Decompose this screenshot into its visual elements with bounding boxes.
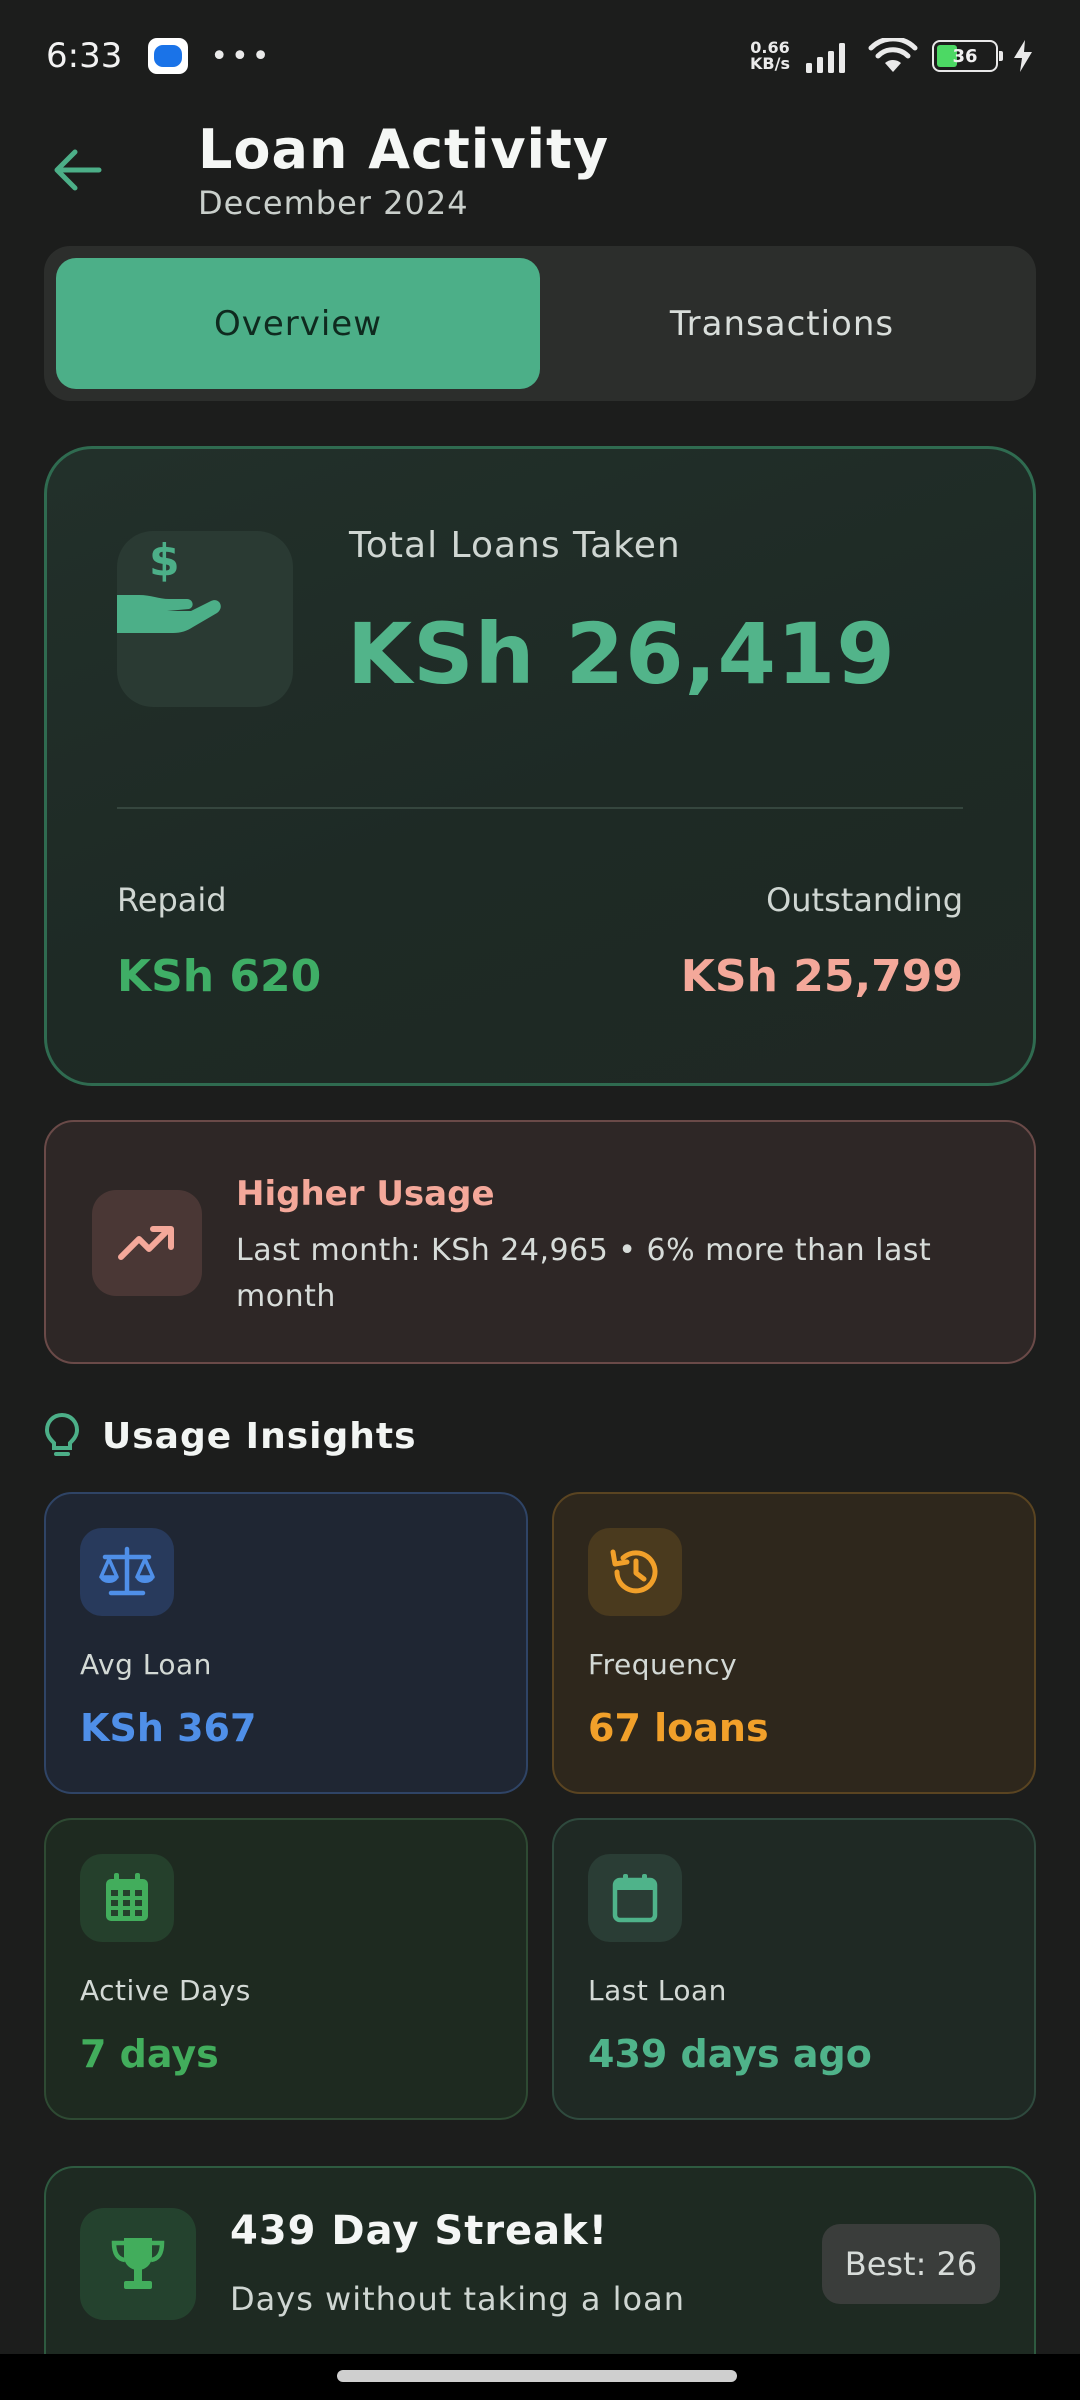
network-speed: 0.66 KB/s xyxy=(750,40,790,72)
streak-title: 439 Day Streak! xyxy=(230,2208,609,2254)
frequency-label: Frequency xyxy=(588,1648,738,1681)
outstanding-label: Outstanding xyxy=(766,881,963,919)
outstanding-value: KSh 25,799 xyxy=(680,951,963,1002)
tab-overview[interactable]: Overview xyxy=(56,258,540,389)
repaid-label: Repaid xyxy=(117,881,227,919)
frequency-icon-container xyxy=(588,1528,682,1616)
total-loans-value: KSh 26,419 xyxy=(347,605,896,703)
status-bar: 6:33 ••• 0.66 KB/s 36 xyxy=(0,0,1080,112)
active-days-icon-container xyxy=(80,1854,174,1942)
trending-up-icon xyxy=(118,1226,174,1260)
charging-icon xyxy=(1014,40,1032,72)
best-streak-badge: Best: 26 xyxy=(822,2224,1000,2304)
battery-icon: 36 xyxy=(932,40,1003,72)
last-loan-card: Last Loan 439 days ago xyxy=(552,1818,1036,2120)
more-notifications-icon: ••• xyxy=(210,38,273,74)
frequency-card: Frequency 67 loans xyxy=(552,1492,1036,1794)
total-loans-label: Total Loans Taken xyxy=(349,525,681,566)
arrow-left-icon xyxy=(54,149,102,191)
signal-icon xyxy=(806,43,845,73)
tab-bar: Overview Transactions xyxy=(44,246,1036,401)
usage-alert-title: Higher Usage xyxy=(236,1174,495,1214)
usage-insights-title: Usage Insights xyxy=(102,1415,417,1457)
page-subtitle: December 2024 xyxy=(198,184,469,222)
history-icon xyxy=(610,1549,658,1594)
back-button[interactable] xyxy=(46,138,110,202)
trophy-icon xyxy=(111,2238,165,2289)
battery-level: 36 xyxy=(952,45,978,67)
calendar-grid-icon xyxy=(106,1873,148,1921)
loan-icon-container: $ xyxy=(117,531,293,707)
avg-loan-icon-container xyxy=(80,1528,174,1616)
trend-icon-container xyxy=(92,1190,202,1296)
streak-subtitle: Days without taking a loan xyxy=(230,2280,685,2318)
last-loan-label: Last Loan xyxy=(588,1974,727,2007)
svg-text:$: $ xyxy=(149,535,180,586)
active-days-value: 7 days xyxy=(80,2032,219,2076)
avg-loan-value: KSh 367 xyxy=(80,1706,257,1750)
active-days-label: Active Days xyxy=(80,1974,251,2007)
home-indicator[interactable] xyxy=(337,2370,737,2382)
messages-app-icon xyxy=(148,38,189,74)
status-time: 6:33 xyxy=(46,36,123,76)
usage-alert-description: Last month: KSh 24,965 • 6% more than la… xyxy=(236,1233,932,1314)
last-loan-icon-container xyxy=(588,1854,682,1942)
usage-insights-header: Usage Insights xyxy=(44,1412,417,1460)
active-days-card: Active Days 7 days xyxy=(44,1818,528,2120)
calendar-icon xyxy=(612,1874,658,1923)
tab-transactions[interactable]: Transactions xyxy=(540,258,1024,389)
wifi-icon xyxy=(868,38,918,72)
avg-loan-label: Avg Loan xyxy=(80,1648,212,1681)
balance-scale-icon xyxy=(99,1546,155,1596)
trophy-icon-container xyxy=(80,2208,196,2320)
lightbulb-icon xyxy=(44,1412,80,1456)
frequency-value: 67 loans xyxy=(588,1706,769,1750)
repaid-value: KSh 620 xyxy=(117,951,322,1002)
network-speed-unit: KB/s xyxy=(750,54,790,73)
divider xyxy=(117,807,963,809)
avg-loan-card: Avg Loan KSh 367 xyxy=(44,1492,528,1794)
last-loan-value: 439 days ago xyxy=(588,2032,872,2076)
total-loans-card: $ Total Loans Taken KSh 26,419 Repaid KS… xyxy=(44,446,1036,1086)
higher-usage-card: Higher Usage Last month: KSh 24,965 • 6%… xyxy=(44,1120,1036,1364)
page-title: Loan Activity xyxy=(198,118,610,181)
hand-dollar-icon: $ xyxy=(117,535,221,633)
